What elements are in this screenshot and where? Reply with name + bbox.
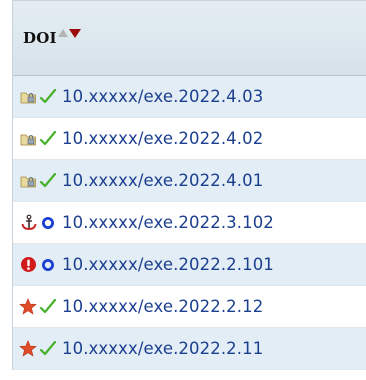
table-row[interactable]: 10.xxxxx/exe.2022.2.101 — [13, 244, 366, 286]
error-icon — [19, 256, 37, 274]
anchor-icon — [19, 214, 37, 232]
green-check-icon — [39, 172, 57, 190]
doi-link[interactable]: 10.xxxxx/exe.2022.4.03 — [62, 87, 263, 106]
table-row[interactable]: 10.xxxxx/exe.2022.3.102 — [13, 202, 366, 244]
table-row[interactable]: 10.xxxxx/exe.2022.4.01 — [13, 160, 366, 202]
doi-link[interactable]: 10.xxxxx/exe.2022.2.101 — [62, 255, 274, 274]
folder-lock-icon — [19, 88, 37, 106]
table-row[interactable]: 10.xxxxx/exe.2022.4.02 — [13, 118, 366, 160]
green-check-icon — [39, 130, 57, 148]
folder-lock-icon — [19, 172, 37, 190]
doi-link[interactable]: 10.xxxxx/exe.2022.3.102 — [62, 213, 274, 232]
doi-table: DOI 10.xxxxx/exe.2022.4.03 10.xxxxx/exe.… — [12, 0, 366, 370]
sort-descending-icon[interactable] — [68, 28, 81, 38]
doi-link[interactable]: 10.xxxxx/exe.2022.2.11 — [62, 339, 263, 358]
doi-link[interactable]: 10.xxxxx/exe.2022.4.01 — [62, 171, 263, 190]
doi-link[interactable]: 10.xxxxx/exe.2022.2.12 — [62, 297, 263, 316]
blue-circle-icon — [39, 256, 57, 274]
table-row[interactable]: 10.xxxxx/exe.2022.2.11 — [13, 328, 366, 370]
sort-arrows[interactable] — [57, 28, 81, 38]
green-check-icon — [39, 298, 57, 316]
table-row[interactable]: 10.xxxxx/exe.2022.2.12 — [13, 286, 366, 328]
green-check-icon — [39, 340, 57, 358]
doi-header-label: DOI — [23, 29, 57, 47]
green-check-icon — [39, 88, 57, 106]
doi-column-header[interactable]: DOI — [13, 0, 366, 76]
folder-lock-icon — [19, 130, 37, 148]
sort-ascending-icon[interactable] — [57, 28, 68, 37]
star-icon — [19, 340, 37, 358]
doi-link[interactable]: 10.xxxxx/exe.2022.4.02 — [62, 129, 263, 148]
table-row[interactable]: 10.xxxxx/exe.2022.4.03 — [13, 76, 366, 118]
blue-circle-icon — [39, 214, 57, 232]
star-icon — [19, 298, 37, 316]
